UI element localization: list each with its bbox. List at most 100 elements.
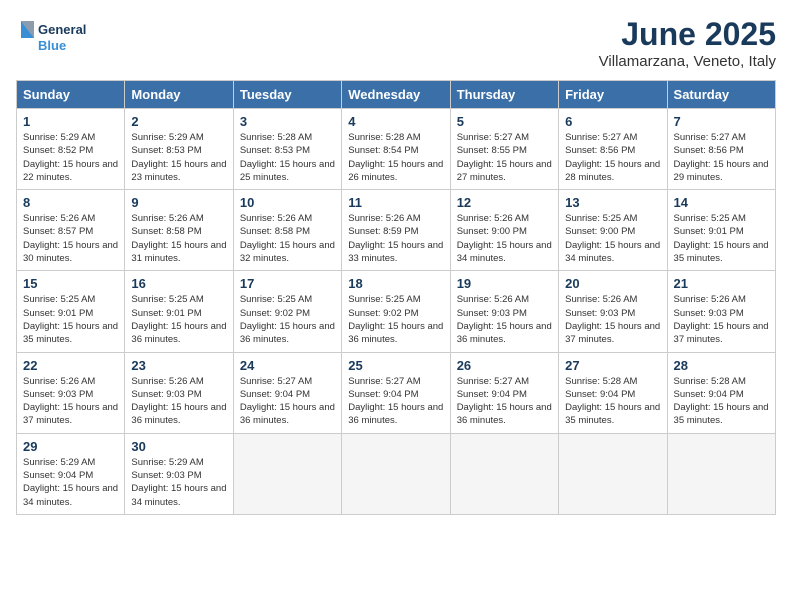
day-info: Sunrise: 5:26 AMSunset: 9:03 PMDaylight:… (565, 293, 660, 346)
day-number: 1 (23, 114, 118, 129)
calendar-title: June 2025 (599, 16, 776, 53)
list-item: 10 Sunrise: 5:26 AMSunset: 8:58 PMDaylig… (233, 190, 341, 271)
table-row: 22 Sunrise: 5:26 AMSunset: 9:03 PMDaylig… (17, 352, 776, 433)
day-info: Sunrise: 5:27 AMSunset: 9:04 PMDaylight:… (348, 375, 443, 428)
list-item: 12 Sunrise: 5:26 AMSunset: 9:00 PMDaylig… (450, 190, 558, 271)
logo: General Blue (16, 16, 96, 60)
list-item: 27 Sunrise: 5:28 AMSunset: 9:04 PMDaylig… (559, 352, 667, 433)
list-item: 23 Sunrise: 5:26 AMSunset: 9:03 PMDaylig… (125, 352, 233, 433)
page-header: General Blue June 2025 Villamarzana, Ven… (16, 16, 776, 70)
col-friday: Friday (559, 81, 667, 109)
list-item: 28 Sunrise: 5:28 AMSunset: 9:04 PMDaylig… (667, 352, 775, 433)
day-info: Sunrise: 5:29 AMSunset: 9:03 PMDaylight:… (131, 456, 226, 509)
col-thursday: Thursday (450, 81, 558, 109)
day-info: Sunrise: 5:26 AMSunset: 8:58 PMDaylight:… (131, 212, 226, 265)
day-number: 2 (131, 114, 226, 129)
day-number: 8 (23, 195, 118, 210)
day-number: 23 (131, 358, 226, 373)
table-row: 1 Sunrise: 5:29 AMSunset: 8:52 PMDayligh… (17, 109, 776, 190)
day-info: Sunrise: 5:26 AMSunset: 9:00 PMDaylight:… (457, 212, 552, 265)
list-item: 19 Sunrise: 5:26 AMSunset: 9:03 PMDaylig… (450, 271, 558, 352)
list-item (233, 433, 341, 514)
day-info: Sunrise: 5:25 AMSunset: 9:01 PMDaylight:… (674, 212, 769, 265)
day-number: 3 (240, 114, 335, 129)
list-item: 2 Sunrise: 5:29 AMSunset: 8:53 PMDayligh… (125, 109, 233, 190)
col-saturday: Saturday (667, 81, 775, 109)
day-info: Sunrise: 5:27 AMSunset: 8:55 PMDaylight:… (457, 131, 552, 184)
list-item: 8 Sunrise: 5:26 AMSunset: 8:57 PMDayligh… (17, 190, 125, 271)
day-info: Sunrise: 5:26 AMSunset: 9:03 PMDaylight:… (457, 293, 552, 346)
day-info: Sunrise: 5:25 AMSunset: 9:01 PMDaylight:… (23, 293, 118, 346)
day-info: Sunrise: 5:26 AMSunset: 9:03 PMDaylight:… (674, 293, 769, 346)
list-item: 1 Sunrise: 5:29 AMSunset: 8:52 PMDayligh… (17, 109, 125, 190)
day-number: 18 (348, 276, 443, 291)
day-info: Sunrise: 5:26 AMSunset: 8:58 PMDaylight:… (240, 212, 335, 265)
col-monday: Monday (125, 81, 233, 109)
logo-svg: General Blue (16, 16, 96, 60)
table-row: 15 Sunrise: 5:25 AMSunset: 9:01 PMDaylig… (17, 271, 776, 352)
day-number: 22 (23, 358, 118, 373)
list-item: 20 Sunrise: 5:26 AMSunset: 9:03 PMDaylig… (559, 271, 667, 352)
col-wednesday: Wednesday (342, 81, 450, 109)
day-number: 14 (674, 195, 769, 210)
list-item (559, 433, 667, 514)
day-info: Sunrise: 5:29 AMSunset: 8:53 PMDaylight:… (131, 131, 226, 184)
day-number: 30 (131, 439, 226, 454)
day-number: 6 (565, 114, 660, 129)
day-info: Sunrise: 5:27 AMSunset: 9:04 PMDaylight:… (240, 375, 335, 428)
list-item: 22 Sunrise: 5:26 AMSunset: 9:03 PMDaylig… (17, 352, 125, 433)
calendar-subtitle: Villamarzana, Veneto, Italy (599, 53, 776, 70)
day-info: Sunrise: 5:27 AMSunset: 8:56 PMDaylight:… (674, 131, 769, 184)
list-item: 15 Sunrise: 5:25 AMSunset: 9:01 PMDaylig… (17, 271, 125, 352)
list-item: 5 Sunrise: 5:27 AMSunset: 8:55 PMDayligh… (450, 109, 558, 190)
day-info: Sunrise: 5:25 AMSunset: 9:01 PMDaylight:… (131, 293, 226, 346)
col-tuesday: Tuesday (233, 81, 341, 109)
table-row: 29 Sunrise: 5:29 AMSunset: 9:04 PMDaylig… (17, 433, 776, 514)
list-item (342, 433, 450, 514)
list-item: 30 Sunrise: 5:29 AMSunset: 9:03 PMDaylig… (125, 433, 233, 514)
list-item (450, 433, 558, 514)
day-number: 15 (23, 276, 118, 291)
list-item: 4 Sunrise: 5:28 AMSunset: 8:54 PMDayligh… (342, 109, 450, 190)
day-number: 25 (348, 358, 443, 373)
list-item: 18 Sunrise: 5:25 AMSunset: 9:02 PMDaylig… (342, 271, 450, 352)
day-info: Sunrise: 5:25 AMSunset: 9:02 PMDaylight:… (240, 293, 335, 346)
list-item: 16 Sunrise: 5:25 AMSunset: 9:01 PMDaylig… (125, 271, 233, 352)
day-info: Sunrise: 5:28 AMSunset: 9:04 PMDaylight:… (565, 375, 660, 428)
list-item: 13 Sunrise: 5:25 AMSunset: 9:00 PMDaylig… (559, 190, 667, 271)
list-item: 9 Sunrise: 5:26 AMSunset: 8:58 PMDayligh… (125, 190, 233, 271)
day-info: Sunrise: 5:26 AMSunset: 8:57 PMDaylight:… (23, 212, 118, 265)
list-item: 6 Sunrise: 5:27 AMSunset: 8:56 PMDayligh… (559, 109, 667, 190)
day-info: Sunrise: 5:26 AMSunset: 8:59 PMDaylight:… (348, 212, 443, 265)
list-item: 14 Sunrise: 5:25 AMSunset: 9:01 PMDaylig… (667, 190, 775, 271)
header-row: Sunday Monday Tuesday Wednesday Thursday… (17, 81, 776, 109)
day-number: 12 (457, 195, 552, 210)
day-number: 16 (131, 276, 226, 291)
day-number: 19 (457, 276, 552, 291)
list-item: 25 Sunrise: 5:27 AMSunset: 9:04 PMDaylig… (342, 352, 450, 433)
day-number: 13 (565, 195, 660, 210)
day-number: 7 (674, 114, 769, 129)
day-number: 21 (674, 276, 769, 291)
day-number: 5 (457, 114, 552, 129)
list-item: 21 Sunrise: 5:26 AMSunset: 9:03 PMDaylig… (667, 271, 775, 352)
day-info: Sunrise: 5:27 AMSunset: 9:04 PMDaylight:… (457, 375, 552, 428)
day-info: Sunrise: 5:27 AMSunset: 8:56 PMDaylight:… (565, 131, 660, 184)
table-row: 8 Sunrise: 5:26 AMSunset: 8:57 PMDayligh… (17, 190, 776, 271)
day-info: Sunrise: 5:28 AMSunset: 8:53 PMDaylight:… (240, 131, 335, 184)
day-number: 24 (240, 358, 335, 373)
day-number: 27 (565, 358, 660, 373)
day-info: Sunrise: 5:28 AMSunset: 9:04 PMDaylight:… (674, 375, 769, 428)
list-item: 24 Sunrise: 5:27 AMSunset: 9:04 PMDaylig… (233, 352, 341, 433)
list-item: 26 Sunrise: 5:27 AMSunset: 9:04 PMDaylig… (450, 352, 558, 433)
svg-text:Blue: Blue (38, 38, 66, 53)
list-item: 3 Sunrise: 5:28 AMSunset: 8:53 PMDayligh… (233, 109, 341, 190)
day-info: Sunrise: 5:26 AMSunset: 9:03 PMDaylight:… (131, 375, 226, 428)
list-item: 17 Sunrise: 5:25 AMSunset: 9:02 PMDaylig… (233, 271, 341, 352)
day-number: 28 (674, 358, 769, 373)
day-info: Sunrise: 5:25 AMSunset: 9:02 PMDaylight:… (348, 293, 443, 346)
day-info: Sunrise: 5:28 AMSunset: 8:54 PMDaylight:… (348, 131, 443, 184)
day-number: 17 (240, 276, 335, 291)
title-area: June 2025 Villamarzana, Veneto, Italy (599, 16, 776, 70)
day-number: 11 (348, 195, 443, 210)
